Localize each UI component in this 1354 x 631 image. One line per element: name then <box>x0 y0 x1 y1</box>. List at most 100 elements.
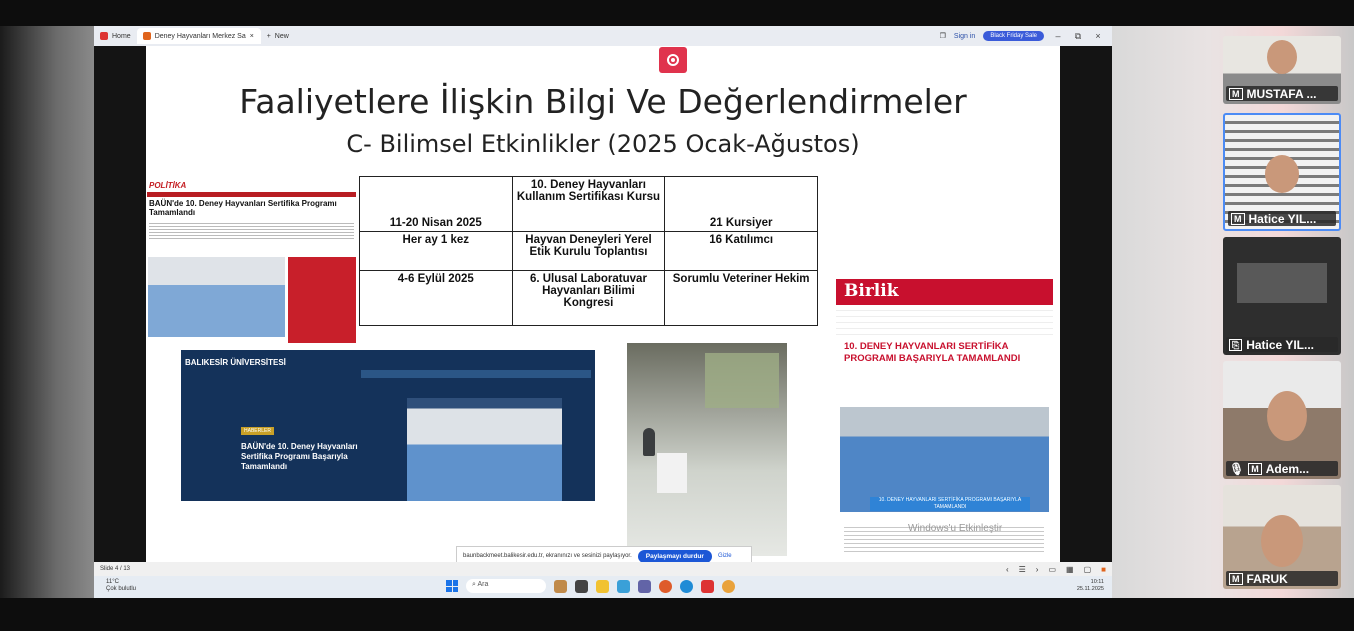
tab-home[interactable]: Home <box>94 28 137 44</box>
table-row: 4-6 Eylül 2025 6. Ulusal Laboratuvar Hay… <box>359 270 818 326</box>
normal-view-icon[interactable]: ▭ <box>1048 565 1056 574</box>
table-cell: 4-6 Eylül 2025 <box>359 270 513 326</box>
menu-icon[interactable]: ☰ <box>1019 565 1026 574</box>
tab-active-document[interactable]: Deney Hayvanları Merkez Sa × <box>136 28 261 44</box>
participant-tile[interactable]: M FARUK <box>1223 485 1341 589</box>
windows-taskbar: 11°C Çok bulutlu ⌕ Ara 10:11 25.11.2025 <box>94 576 1112 598</box>
participant-name: Hatice YIL... <box>1246 337 1315 352</box>
baun-group-photo <box>407 398 562 501</box>
black-friday-button[interactable]: Black Friday Sale <box>983 31 1044 41</box>
tab-home-label: Home <box>112 32 131 40</box>
news1-headline: BAÜN'de 10. Deney Hayvanları Sertifika P… <box>149 199 337 217</box>
participant-name: Hatice YIL... <box>1248 211 1317 226</box>
muted-mic-icon: 🎙 <box>1229 461 1245 476</box>
slide-margin-left <box>94 46 146 562</box>
birlik-headline: 10. DENEY HAYVANLARI SERTİFİKA PROGRAMI … <box>844 341 1021 364</box>
wps-app-icon[interactable] <box>701 579 714 593</box>
table-row: 11-20 Nisan 2025 10. Deney Hayvanları Ku… <box>359 176 818 232</box>
clock-time: 10:11 <box>1090 579 1104 585</box>
seminar-photo <box>627 343 787 556</box>
birlik-logo: Birlik <box>836 279 1053 305</box>
table-cell: 10. Deney Hayvanları Kullanım Sertifikas… <box>511 176 666 232</box>
politika-logo: POLİTİKA <box>149 181 187 190</box>
table-cell: Her ay 1 kez <box>359 231 513 271</box>
search-label: Ara <box>477 581 489 588</box>
new-tab-label: New <box>274 32 289 40</box>
shared-screen: Home Deney Hayvanları Merkez Sa × + New … <box>94 26 1112 598</box>
teams-icon[interactable] <box>638 579 651 593</box>
news-screenshot-birlik: Birlik 10. DENEY HAYVANLARI SERTİFİKA PR… <box>836 279 1053 557</box>
baun-tag: HABERLER <box>241 427 274 435</box>
new-tab-button[interactable]: + New <box>261 28 295 44</box>
participant-name: FARUK <box>1246 571 1288 586</box>
hide-button[interactable]: Gizle <box>718 553 732 559</box>
record-icon[interactable] <box>659 47 687 73</box>
table-cell: 11-20 Nisan 2025 <box>359 176 513 232</box>
participant-tile[interactable]: M MUSTAFA ... <box>1223 36 1341 104</box>
baun-headline: BAÜN'de 10. Deney Hayvanları Sertifika P… <box>241 442 358 471</box>
browser-titlebar: Home Deney Hayvanları Merkez Sa × + New … <box>94 26 1112 46</box>
slide-subtitle: C- Bilimsel Etkinlikler (2025 Ocak-Ağust… <box>346 130 860 158</box>
background-blur-left <box>0 26 94 598</box>
minimize-button[interactable]: – <box>1052 31 1064 41</box>
weather-widget[interactable]: 11°C Çok bulutlu <box>106 579 136 593</box>
prev-slide-icon[interactable]: ‹ <box>1006 565 1009 574</box>
participant-name: Adem... <box>1265 461 1310 476</box>
baun-logo: BALIKESİR ÜNİVERSİTESİ <box>185 358 286 367</box>
slide-counter: Slide 4 / 13 <box>100 566 131 572</box>
table-row: Her ay 1 kez Hayvan Deneyleri Yerel Etik… <box>359 231 818 271</box>
edge-icon[interactable] <box>680 579 693 593</box>
participant-badge: M <box>1229 572 1243 585</box>
start-icon[interactable] <box>446 580 458 592</box>
wps-icon <box>100 32 108 40</box>
window-icon[interactable]: ❐ <box>940 32 946 40</box>
participant-name: MUSTAFA ... <box>1246 86 1317 101</box>
weather-temp: 11°C <box>106 579 119 585</box>
news1-sidebar <box>288 257 356 343</box>
screen-share-icon: ⎘ <box>1229 338 1243 351</box>
store-icon[interactable] <box>617 579 630 593</box>
plus-icon: + <box>266 32 271 40</box>
signin-link[interactable]: Sign in <box>954 33 975 40</box>
explorer-icon[interactable] <box>596 579 609 593</box>
stop-sharing-button[interactable]: Paylaşmayı durdur <box>637 549 712 563</box>
presentation-statusbar: Slide 4 / 13 ‹ ☰ › ▭ ▦ ▢ ■ <box>94 562 1112 576</box>
baun-nav <box>361 370 591 378</box>
share-text: baunbackmeet.balikesir.edu.tr, ekranınız… <box>463 553 632 559</box>
tab-active-label: Deney Hayvanları Merkez Sa <box>154 32 246 40</box>
birlik-photo-banner: 10. DENEY HAYVANLARI SERTİFİKA PROGRAMI … <box>870 497 1030 511</box>
slide-margin-right <box>1060 46 1112 562</box>
presentation-icon <box>142 32 151 40</box>
participant-badge: M <box>1231 212 1245 225</box>
browser-app-icon[interactable] <box>722 579 735 593</box>
activation-watermark: Windows'u Etkinleştir <box>908 523 1003 534</box>
chrome-icon[interactable] <box>659 579 672 593</box>
widget-app-icon[interactable] <box>554 579 567 593</box>
table-cell: 21 Kursiyer <box>664 176 818 232</box>
baun-website-screenshot: BALIKESİR ÜNİVERSİTESİ HABERLER BAÜN'de … <box>181 350 595 501</box>
table-cell: 6. Ulusal Laboratuvar Hayvanları Bilimi … <box>511 270 666 326</box>
slide-title: Faaliyetlere İlişkin Bilgi Ve Değerlendi… <box>239 82 967 121</box>
participant-tile-active[interactable]: M Hatice YIL... <box>1223 113 1341 231</box>
next-slide-icon[interactable]: › <box>1036 565 1039 574</box>
close-tab-icon[interactable]: × <box>250 33 254 40</box>
presentation-slide: Faaliyetlere İlişkin Bilgi Ve Değerlendi… <box>146 46 1060 562</box>
clock-date: 25.11.2025 <box>1076 586 1104 592</box>
table-cell: Sorumlu Veteriner Hekim <box>664 270 818 326</box>
meeting-stage: Home Deney Hayvanları Merkez Sa × + New … <box>0 0 1354 631</box>
table-cell: 16 Katılımcı <box>664 231 818 271</box>
participant-tile[interactable]: 🎙 M Adem... <box>1223 361 1341 479</box>
activities-table: 11-20 Nisan 2025 10. Deney Hayvanları Ku… <box>359 176 818 326</box>
restore-button[interactable]: ⧉ <box>1072 31 1084 42</box>
task-view-icon[interactable] <box>575 579 588 593</box>
participant-badge: M <box>1248 462 1262 475</box>
news-screenshot-politika: POLİTİKA BAÜN'de 10. Deney Hayvanları Se… <box>147 179 356 343</box>
slideshow-icon[interactable]: ■ <box>1101 565 1106 574</box>
system-clock[interactable]: 10:11 25.11.2025 <box>1077 579 1104 593</box>
reading-view-icon[interactable]: ▢ <box>1084 565 1092 574</box>
close-button[interactable]: × <box>1092 31 1104 41</box>
sorter-view-icon[interactable]: ▦ <box>1066 565 1074 574</box>
weather-desc: Çok bulutlu <box>106 586 137 592</box>
taskbar-search[interactable]: ⌕ Ara <box>466 579 546 593</box>
participant-tile[interactable]: ⎘ Hatice YIL... <box>1223 237 1341 355</box>
